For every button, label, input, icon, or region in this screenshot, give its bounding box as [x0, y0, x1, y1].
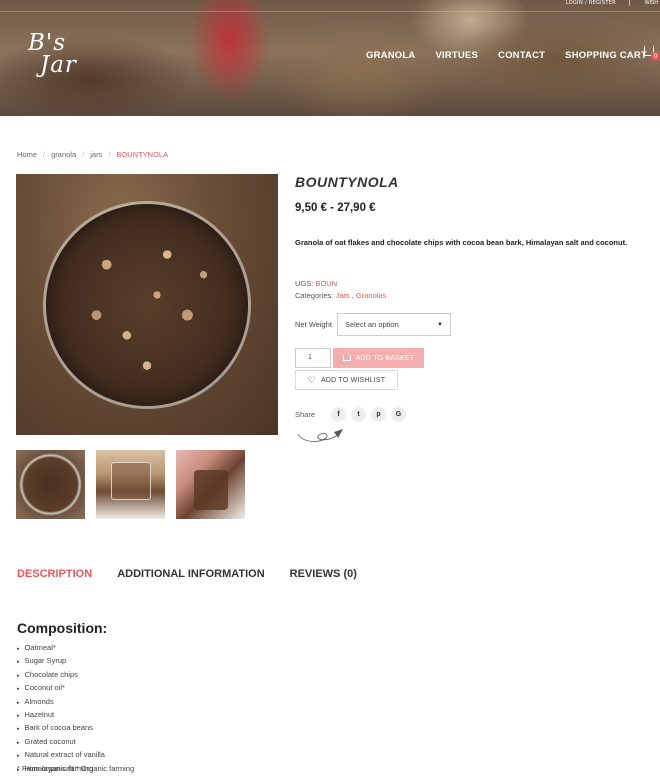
category-granolas-link[interactable]: Granolas: [356, 291, 386, 300]
top-bar-divider: [629, 0, 630, 6]
breadcrumb-home[interactable]: Home: [17, 150, 37, 159]
product-price: 9,50 € - 27,90 €: [295, 202, 376, 214]
list-item: Oatmeal*: [17, 642, 134, 655]
tab-reviews[interactable]: REVIEWS (0): [290, 568, 357, 580]
cart-count-badge: 0: [651, 52, 660, 61]
tab-additional-information[interactable]: ADDITIONAL INFORMATION: [117, 568, 264, 580]
product-meta: UGS: BOUN Categories: Jars , Granolas: [295, 278, 386, 302]
net-weight-row: Net Weight Select an option ▼: [295, 313, 451, 336]
list-item: Coconut oil*: [17, 682, 134, 695]
net-weight-select-value: Select an option: [344, 320, 399, 329]
product-short-description: Granola of oat flakes and chocolate chip…: [295, 238, 628, 247]
sku-value: BOUN: [315, 279, 338, 288]
tab-description[interactable]: DESCRIPTION: [17, 568, 92, 580]
breadcrumb-separator: /: [82, 150, 85, 159]
net-weight-label: Net Weight: [295, 320, 332, 329]
pinterest-icon[interactable]: p: [371, 407, 387, 422]
top-bar: [0, 0, 660, 12]
categories-separator: ,: [351, 291, 354, 300]
share-row: Share f t p G: [295, 407, 407, 422]
google-icon[interactable]: G: [391, 407, 407, 422]
list-item: Hazelnut: [17, 709, 134, 722]
add-to-wishlist-label: ADD TO WISHLIST: [321, 376, 386, 384]
breadcrumb-jars[interactable]: jars: [90, 150, 102, 159]
list-item: Almonds: [17, 696, 134, 709]
product-main-image[interactable]: [16, 174, 278, 435]
thumbnail-1[interactable]: [16, 450, 85, 519]
nav-shopping-cart[interactable]: SHOPPING CART: [565, 50, 647, 61]
add-to-basket-label: ADD TO BASKET: [355, 354, 415, 362]
nav-contact[interactable]: CONTACT: [498, 50, 545, 61]
main-nav: GRANOLA VIRTUES CONTACT SHOPPING CART: [366, 50, 647, 61]
organic-footnote: * From organic farming: [17, 764, 94, 773]
sku-row: UGS: BOUN: [295, 278, 386, 290]
nav-granola[interactable]: GRANOLA: [366, 50, 415, 61]
header-hero: LOGIN / REGISTER WISH B's Jar GRANOLA VI…: [0, 0, 660, 116]
product-tabs: DESCRIPTION ADDITIONAL INFORMATION REVIE…: [17, 568, 357, 580]
breadcrumb: Home / granola / jars / BOUNTYNOLA: [17, 150, 168, 159]
list-item: Sugar Syrup: [17, 655, 134, 668]
site-logo[interactable]: B's Jar: [28, 32, 77, 78]
breadcrumb-separator: /: [108, 150, 111, 159]
net-weight-select[interactable]: Select an option ▼: [336, 313, 451, 336]
select-arrow-icon: ▼: [437, 321, 443, 328]
thumbnail-3[interactable]: [176, 450, 245, 519]
basket-icon: [342, 355, 351, 361]
list-item: Grated coconut: [17, 736, 134, 749]
list-item: Bark of cocoa beans: [17, 722, 134, 735]
twitter-icon[interactable]: t: [351, 407, 367, 422]
quantity-input[interactable]: 1: [295, 348, 331, 368]
thumbnail-2[interactable]: [96, 450, 165, 519]
breadcrumb-granola[interactable]: granola: [51, 150, 76, 159]
product-thumbnails: [16, 450, 245, 519]
nav-virtues[interactable]: VIRTUES: [435, 50, 478, 61]
login-register-link[interactable]: LOGIN / REGISTER: [566, 0, 616, 6]
composition-heading: Composition:: [17, 620, 108, 636]
share-label: Share: [295, 410, 316, 419]
heart-icon: ♡: [307, 375, 317, 385]
category-jars-link[interactable]: Jars: [335, 291, 349, 300]
add-to-basket-button[interactable]: ADD TO BASKET: [333, 348, 424, 368]
granola-contents: [46, 204, 248, 406]
sku-label: UGS:: [295, 279, 314, 288]
categories-row: Categories: Jars , Granolas: [295, 290, 386, 302]
breadcrumb-current: BOUNTYNOLA: [116, 150, 169, 159]
wishlist-link[interactable]: WISH: [645, 0, 658, 6]
paper-plane-doodle-icon: [297, 429, 343, 442]
list-item: Chocolate chips: [17, 669, 134, 682]
logo-line-2: Jar: [40, 52, 77, 78]
ingredients-list: Oatmeal* Sugar Syrup Chocolate chips Coc…: [17, 642, 135, 776]
list-item: Natural extract of vanilla: [17, 749, 134, 762]
breadcrumb-separator: /: [43, 150, 46, 159]
product-title: BOUNTYNOLA: [295, 174, 399, 190]
add-to-wishlist-button[interactable]: ♡ ADD TO WISHLIST: [295, 370, 398, 390]
categories-label: Categories:: [295, 291, 334, 300]
facebook-icon[interactable]: f: [331, 407, 347, 422]
